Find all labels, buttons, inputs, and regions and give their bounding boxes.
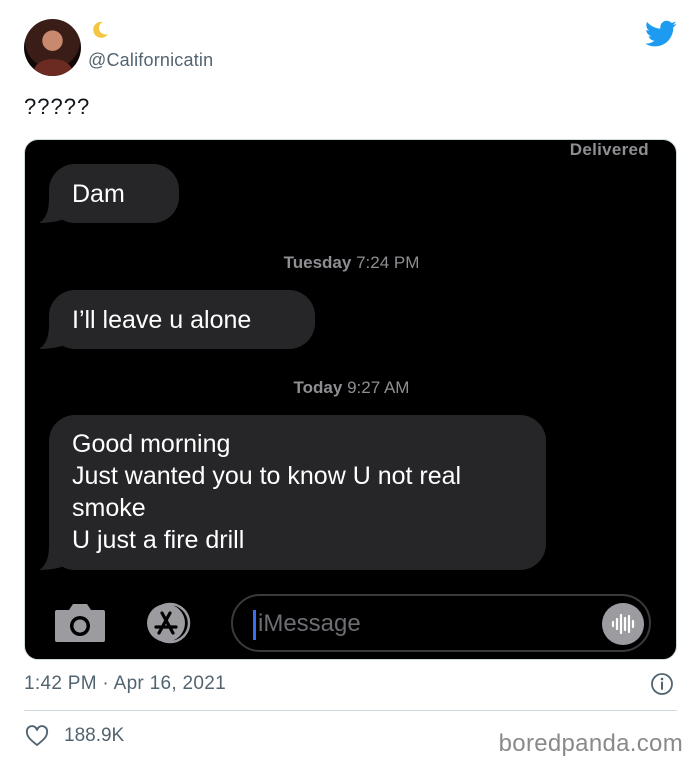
message-line: Dam	[72, 180, 125, 208]
bubble-tail-icon	[39, 546, 65, 570]
message-bubble: Dam	[39, 164, 179, 223]
divider	[24, 710, 677, 711]
audio-waveform-icon[interactable]	[602, 603, 644, 645]
message-line: U just a fire drill	[72, 526, 245, 554]
input-placeholder: iMessage	[258, 610, 361, 637]
app-store-icon[interactable]	[142, 601, 202, 645]
tweet-timestamp[interactable]: 1:42 PM · Apr 16, 2021	[24, 673, 226, 695]
imessage-input[interactable]: iMessage	[231, 594, 651, 652]
tweet-card: @Californicatin ????? Delivered Dam Tues…	[0, 0, 700, 764]
info-icon[interactable]	[650, 672, 674, 696]
message-line: Good morning	[72, 430, 231, 458]
crescent-moon-icon	[93, 21, 108, 38]
message-line: Just wanted you to know U not real	[72, 462, 462, 490]
tweet-text: ?????	[24, 94, 91, 119]
timestamp-day: Today	[293, 378, 343, 397]
timestamp-time: 9:27 AM	[347, 378, 410, 397]
twitter-bird-icon[interactable]	[645, 20, 677, 48]
timestamp-time: 7:24 PM	[356, 253, 420, 272]
message-timestamp: Today 9:27 AM	[25, 378, 676, 398]
message-bubble: Good morning Just wanted you to know U n…	[39, 415, 546, 570]
user-handle[interactable]: @Californicatin	[88, 50, 213, 71]
tweet-media-screenshot[interactable]: Delivered Dam Tuesday 7:24 PM I’ll leave…	[24, 139, 677, 660]
message-line: I’ll leave u alone	[72, 306, 252, 334]
heart-icon[interactable]	[25, 725, 49, 747]
message-bubble: I’ll leave u alone	[39, 290, 315, 349]
like-count[interactable]: 188.9K	[64, 725, 124, 747]
message-line: smoke	[72, 494, 146, 522]
bubble-tail-icon	[39, 199, 65, 223]
timestamp-day: Tuesday	[283, 253, 352, 272]
camera-icon[interactable]	[53, 600, 107, 644]
text-cursor	[253, 610, 256, 640]
watermark: boredpanda.com	[498, 730, 683, 757]
delivered-status: Delivered	[569, 140, 649, 159]
bubble-tail-icon	[39, 325, 65, 349]
avatar[interactable]	[24, 19, 81, 76]
message-timestamp: Tuesday 7:24 PM	[25, 253, 676, 273]
